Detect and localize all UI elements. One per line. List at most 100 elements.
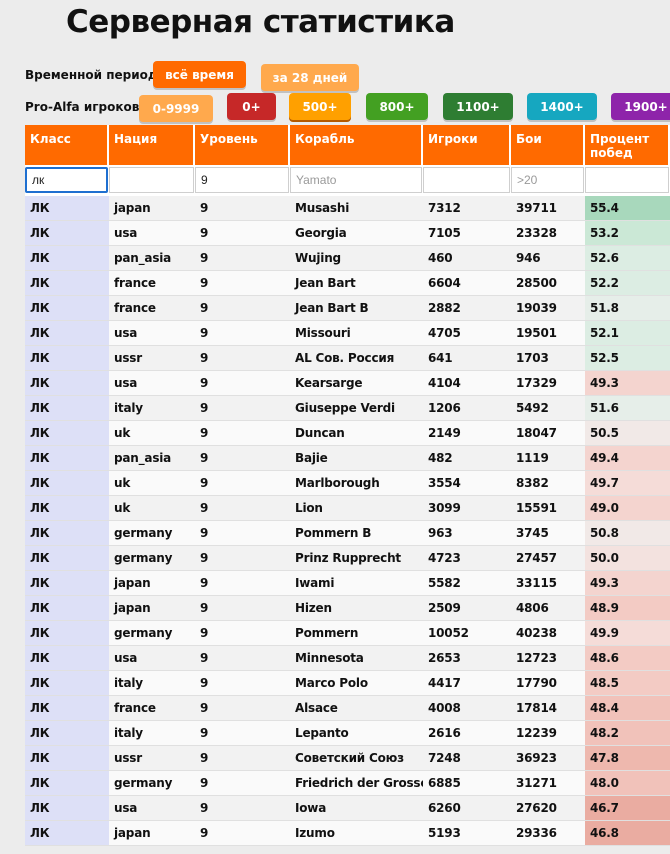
players-cell: 10052 — [428, 626, 469, 640]
class-cell: ЛК — [25, 196, 109, 220]
period-28-days-button[interactable]: за 28 дней — [261, 64, 359, 91]
tier-cell: 9 — [200, 376, 209, 390]
ship-cell: Georgia — [295, 226, 347, 240]
players-filter-button[interactable]: 1400+ — [527, 93, 597, 120]
players-cell: 1206 — [428, 401, 461, 415]
period-all-time-button[interactable]: всё время — [153, 61, 246, 88]
table-row: ЛК usa 9 Kearsarge 4104 17329 49.3 — [25, 371, 670, 396]
col-header-class[interactable]: Класс — [25, 125, 109, 165]
players-filter-button[interactable]: 1900+ — [611, 93, 670, 120]
players-filter-button[interactable]: 800+ — [366, 93, 428, 120]
battles-cell: 27457 — [516, 551, 557, 565]
winrate-cell: 51.6 — [585, 396, 670, 420]
battles-cell: 1703 — [516, 351, 549, 365]
battles-cell: 17790 — [516, 676, 557, 690]
players-filter-button[interactable]: 0-9999 — [139, 95, 213, 122]
winrate-cell: 46.7 — [585, 796, 670, 820]
class-cell: ЛК — [25, 621, 109, 645]
class-cell: ЛК — [25, 796, 109, 820]
col-header-tier[interactable]: Уровень — [195, 125, 290, 165]
class-cell: ЛК — [25, 521, 109, 545]
winrate-cell: 48.0 — [585, 771, 670, 795]
tier-cell: 9 — [200, 551, 209, 565]
filter-class-input[interactable] — [25, 167, 108, 193]
table-row: ЛК germany 9 Pommern 10052 40238 49.9 — [25, 621, 670, 646]
table-row: ЛК france 9 Alsace 4008 17814 48.4 — [25, 696, 670, 721]
tier-cell: 9 — [200, 426, 209, 440]
winrate-cell: 52.6 — [585, 246, 670, 270]
nation-cell: germany — [114, 776, 173, 790]
class-cell: ЛК — [25, 671, 109, 695]
winrate-cell: 49.0 — [585, 496, 670, 520]
battles-cell: 12723 — [516, 651, 557, 665]
col-header-winrate[interactable]: Процент побед — [585, 125, 670, 165]
players-cell: 7312 — [428, 201, 461, 215]
tier-cell: 9 — [200, 776, 209, 790]
tier-cell: 9 — [200, 526, 209, 540]
col-header-ship[interactable]: Корабль — [290, 125, 423, 165]
filter-players-input[interactable] — [423, 167, 510, 193]
nation-cell: japan — [114, 826, 151, 840]
tier-cell: 9 — [200, 401, 209, 415]
tier-cell: 9 — [200, 476, 209, 490]
players-cell: 2509 — [428, 601, 461, 615]
col-header-players[interactable]: Игроки — [423, 125, 511, 165]
filter-battles-input[interactable] — [511, 167, 584, 193]
col-header-nation[interactable]: Нация — [109, 125, 195, 165]
filter-ship-input[interactable] — [290, 167, 422, 193]
battles-cell: 29336 — [516, 826, 557, 840]
players-filter-button[interactable]: 500+ — [289, 93, 351, 120]
period-label: Временной период: — [25, 68, 163, 82]
filter-nation-input[interactable] — [109, 167, 194, 193]
ship-cell: Wujing — [295, 251, 341, 265]
tier-cell: 9 — [200, 626, 209, 640]
tier-cell: 9 — [200, 276, 209, 290]
nation-cell: ussr — [114, 751, 142, 765]
battles-cell: 8382 — [516, 476, 549, 490]
battles-cell: 36923 — [516, 751, 557, 765]
ship-cell: Friedrich der Grosse — [295, 776, 423, 790]
ship-cell: Marco Polo — [295, 676, 368, 690]
winrate-cell: 50.0 — [585, 546, 670, 570]
filter-tier-input[interactable] — [195, 167, 289, 193]
players-cell: 6260 — [428, 801, 461, 815]
tier-cell: 9 — [200, 576, 209, 590]
col-header-battles[interactable]: Бои — [511, 125, 585, 165]
ship-cell: Musashi — [295, 201, 350, 215]
ship-cell: Alsace — [295, 701, 338, 715]
winrate-cell: 52.2 — [585, 271, 670, 295]
players-cell: 4723 — [428, 551, 461, 565]
battles-cell: 4806 — [516, 601, 549, 615]
table-row: ЛК ussr 9 Советский Союз 7248 36923 47.8 — [25, 746, 670, 771]
tier-cell: 9 — [200, 301, 209, 315]
players-cell: 2616 — [428, 726, 461, 740]
battles-cell: 40238 — [516, 626, 557, 640]
table-row: ЛК germany 9 Pommern B 963 3745 50.8 — [25, 521, 670, 546]
battles-cell: 28500 — [516, 276, 557, 290]
nation-cell: usa — [114, 326, 138, 340]
class-cell: ЛК — [25, 296, 109, 320]
nation-cell: germany — [114, 526, 173, 540]
filter-winrate-input[interactable] — [585, 167, 669, 193]
winrate-cell: 48.5 — [585, 671, 670, 695]
ship-cell: Pommern — [295, 626, 359, 640]
winrate-cell: 48.9 — [585, 596, 670, 620]
battles-cell: 19039 — [516, 301, 557, 315]
players-filter-button[interactable]: 0+ — [227, 93, 276, 120]
battles-cell: 39711 — [516, 201, 557, 215]
players-cell: 4417 — [428, 676, 461, 690]
class-cell: ЛК — [25, 421, 109, 445]
table-row: ЛК usa 9 Missouri 4705 19501 52.1 — [25, 321, 670, 346]
battles-cell: 33115 — [516, 576, 557, 590]
class-cell: ЛК — [25, 321, 109, 345]
ship-cell: Kearsarge — [295, 376, 363, 390]
winrate-cell: 55.4 — [585, 196, 670, 220]
players-cell: 6604 — [428, 276, 461, 290]
table-row: ЛК pan_asia 9 Wujing 460 946 52.6 — [25, 246, 670, 271]
ship-cell: Izumo — [295, 826, 335, 840]
nation-cell: germany — [114, 551, 173, 565]
table-row: ЛК usa 9 Minnesota 2653 12723 48.6 — [25, 646, 670, 671]
players-filter-button[interactable]: 1100+ — [443, 93, 513, 120]
players-cell: 3554 — [428, 476, 461, 490]
winrate-cell: 50.8 — [585, 521, 670, 545]
